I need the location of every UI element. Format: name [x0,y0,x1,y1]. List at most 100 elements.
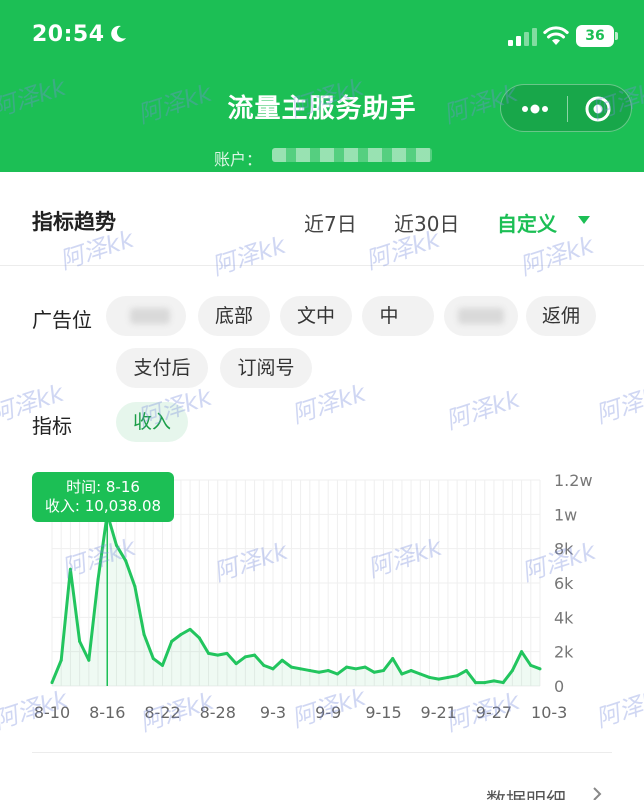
placement-chip-middle[interactable]: 中 [362,296,434,336]
data-point [464,669,468,673]
placement-chip-inline[interactable]: 文中 [280,296,352,336]
data-point [345,665,349,669]
y-tick-label: 6k [554,574,574,593]
x-tick-label: 9-3 [260,703,286,722]
watermark: 阿泽kk [208,230,290,281]
data-point [474,681,478,685]
x-tick-label: 9-27 [476,703,512,722]
data-point [216,653,220,657]
data-point [363,665,367,669]
tooltip-time: 时间: 8-16 [66,478,140,496]
x-tick-label: 9-21 [421,703,457,722]
status-time: 20:54 [32,22,105,47]
more-icon[interactable] [513,91,557,127]
data-point [501,681,505,685]
data-point [483,681,487,685]
x-tick-label: 10-3 [531,703,567,722]
footer-divider [32,752,612,753]
capsule-divider [567,96,568,122]
data-point [170,639,174,643]
section-divider [0,265,644,266]
wifi-icon [543,26,569,45]
placement-label: 广告位 [32,308,92,332]
data-detail-link[interactable]: 数据明细 [486,784,566,800]
moon-icon [111,25,126,42]
data-point [409,669,413,673]
x-tick-label: 8-10 [34,703,70,722]
data-point [207,651,211,655]
range-7d[interactable]: 近7日 [304,208,357,237]
data-point [381,669,385,673]
data-point [308,669,312,673]
x-tick-label: 8-28 [200,703,236,722]
watermark: 阿泽kk [442,384,524,435]
data-point [529,663,533,667]
placement-chip-rebate[interactable]: 返佣 [526,296,596,336]
account-masked-value [272,148,432,162]
data-point [87,658,91,662]
metric-chip-revenue[interactable]: 收入 [116,402,188,442]
data-point [124,559,128,563]
y-tick-label: 1w [554,505,577,524]
app-header: 20:54 36 流量主服务助手 账户： [0,0,644,172]
y-tick-label: 1.2w [554,471,593,490]
range-custom[interactable]: 自定义 [497,208,557,237]
menu-capsule [500,84,632,132]
data-point [78,639,82,643]
data-point [253,653,257,657]
data-point [234,662,238,666]
placement-chip-hidden[interactable] [106,296,186,336]
data-point [372,670,376,674]
watermark: 阿泽kk [592,378,644,429]
data-point [280,658,284,662]
data-point [326,669,330,673]
data-point [151,657,155,661]
data-point [299,667,303,671]
x-tick-label: 8-16 [89,703,125,722]
y-tick-label: 8k [554,540,574,559]
data-point [188,627,192,631]
trend-label: 指标趋势 [32,210,116,234]
data-point [68,567,72,571]
caret-down-icon[interactable] [578,216,590,224]
y-tick-label: 2k [554,643,574,662]
data-point [142,633,146,636]
data-point [428,675,432,679]
data-point [50,681,54,685]
data-point [391,657,395,661]
y-tick-label: 4k [554,608,574,627]
metric-label: 指标 [32,414,72,438]
data-point [520,650,524,654]
data-point [96,578,100,582]
data-point [354,667,358,671]
placement-chip-bottom[interactable]: 底部 [198,296,270,336]
chart-tooltip: 时间: 8-16 收入: 10,038.08 [32,472,174,522]
account-label: 账户： [214,150,263,169]
data-point [160,663,164,667]
placement-chip-subscription[interactable]: 订阅号 [220,348,312,388]
placement-chip-after-pay[interactable]: 支付后 [116,348,208,388]
data-point [538,667,542,671]
data-point [492,679,496,683]
data-point [335,672,339,676]
data-point [317,670,321,674]
y-tick-label: 0 [554,677,564,696]
data-point [400,672,404,676]
data-point [455,674,459,678]
data-point [510,669,514,673]
tooltip-value: 收入: 10,038.08 [44,497,162,515]
data-point [446,675,450,679]
data-point [262,663,266,667]
chevron-right-icon[interactable] [592,786,602,800]
range-30d[interactable]: 近30日 [394,208,459,237]
x-tick-label: 9-15 [365,703,401,722]
data-point [133,584,137,588]
data-point [289,665,293,669]
x-tick-label: 8-22 [144,703,180,722]
data-point [271,667,275,671]
data-point [418,672,422,676]
x-tick-label: 9-9 [315,703,341,722]
data-point [179,633,183,636]
placement-chip-blurred[interactable] [444,296,518,336]
close-target-icon[interactable] [581,93,615,125]
